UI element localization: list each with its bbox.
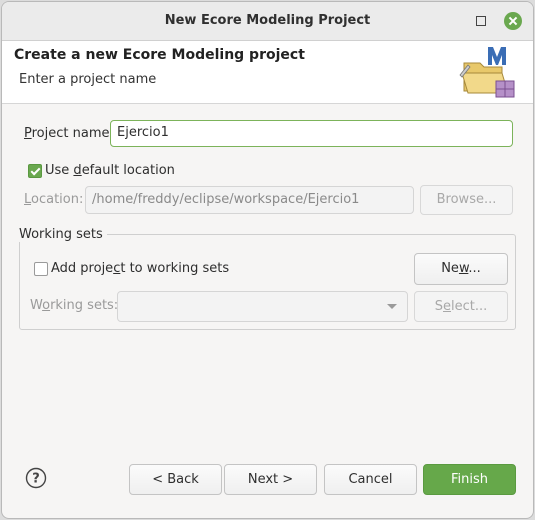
working-sets-group-label: Working sets xyxy=(19,227,107,242)
project-name-label: Project name: xyxy=(24,126,114,141)
svg-text:?: ? xyxy=(32,472,40,487)
default-location-checkbox[interactable] xyxy=(28,164,42,178)
chevron-down-icon xyxy=(387,304,397,309)
close-icon[interactable] xyxy=(504,12,522,30)
ecore-wizard-icon xyxy=(459,47,515,98)
next-button[interactable]: Next > xyxy=(224,464,317,495)
banner-title: Create a new Ecore Modeling project xyxy=(14,47,305,63)
back-button[interactable]: < Back xyxy=(129,464,222,495)
wizard-banner: Create a new Ecore Modeling project Ente… xyxy=(2,41,533,104)
maximize-icon[interactable] xyxy=(476,16,486,26)
default-location-label: Use default location xyxy=(45,163,175,178)
project-name-input[interactable]: Ejercio1 xyxy=(110,120,513,147)
finish-button[interactable]: Finish xyxy=(423,464,516,495)
add-to-working-sets-label: Add project to working sets xyxy=(51,261,230,276)
window-title: New Ecore Modeling Project xyxy=(164,13,371,28)
browse-button[interactable]: Browse... xyxy=(420,185,513,215)
help-icon[interactable]: ? xyxy=(25,467,47,489)
banner-message: Enter a project name xyxy=(19,72,157,87)
wizard-window: New Ecore Modeling Project Create a new … xyxy=(1,1,534,519)
add-to-working-sets-checkbox[interactable] xyxy=(34,262,48,276)
select-working-sets-button[interactable]: Select... xyxy=(414,291,508,322)
cancel-button[interactable]: Cancel xyxy=(324,464,417,495)
location-input[interactable]: /home/freddy/eclipse/workspace/Ejercio1 xyxy=(85,186,414,214)
title-bar: New Ecore Modeling Project xyxy=(2,2,533,41)
location-label: Location: xyxy=(24,192,84,207)
working-sets-combo[interactable] xyxy=(117,291,408,322)
new-working-set-button[interactable]: New... xyxy=(414,253,508,285)
working-sets-label: Working sets: xyxy=(30,298,119,313)
